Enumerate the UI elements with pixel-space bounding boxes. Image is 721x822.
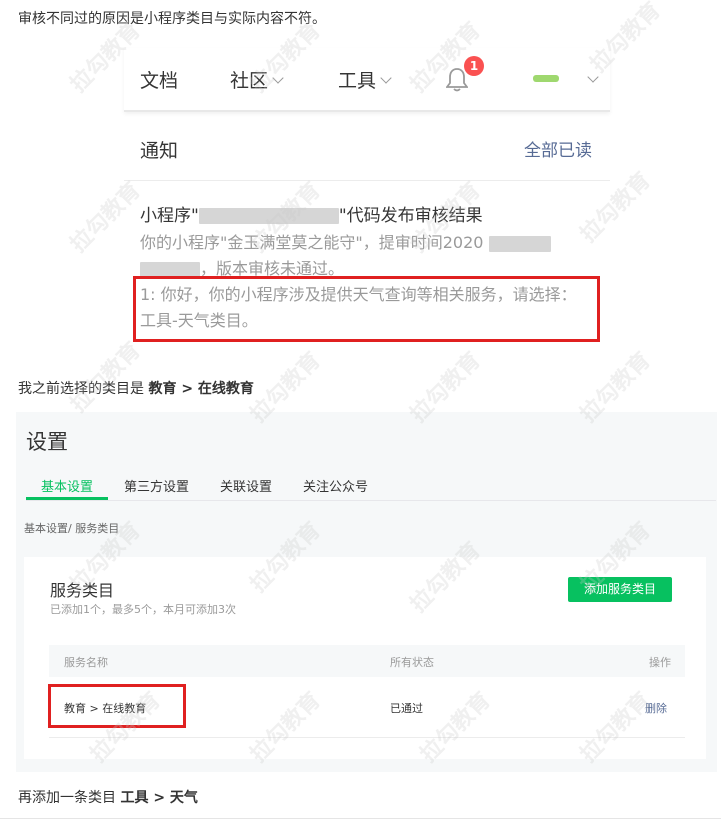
footer-text: 再添加一条类目 工具 > 天气	[18, 787, 198, 807]
column-header-action: 操作	[649, 656, 671, 669]
chevron-down-icon	[272, 72, 284, 84]
nav-community[interactable]: 社区	[230, 66, 284, 93]
highlight-box-reason	[133, 276, 600, 342]
active-tab-underline	[26, 497, 108, 500]
row-divider	[49, 737, 685, 738]
message-title-prefix: 小程序"	[140, 206, 199, 226]
add-service-category-button[interactable]: 添加服务类目	[568, 577, 672, 602]
tab-link-settings[interactable]: 关联设置	[220, 476, 272, 495]
nav-docs[interactable]: 文档	[140, 66, 178, 93]
notification-badge: 1	[464, 56, 484, 76]
service-category-card: 服务类目 已添加1个，最多5个，本月可添加3次 添加服务类目 服务名称 所有状态…	[24, 557, 706, 759]
column-header-name: 服务名称	[64, 656, 108, 669]
message-title-suffix: "代码发布审核结果	[338, 206, 483, 226]
middle-text-prefix: 我之前选择的类目是	[18, 381, 149, 397]
highlight-box-category	[48, 684, 186, 728]
footer-text-prefix: 再添加一条类目	[18, 790, 121, 806]
row-status: 已通过	[390, 702, 423, 715]
tab-third-party-settings[interactable]: 第三方设置	[124, 476, 189, 495]
settings-title: 设置	[26, 430, 68, 454]
notice-title: 通知	[140, 140, 179, 162]
avatar[interactable]	[533, 75, 559, 82]
settings-tabs: 基本设置 第三方设置 关联设置 关注公众号	[26, 470, 716, 501]
message-line1: 你的小程序"金玉满堂莫之能守"，提审时间2020	[140, 233, 484, 252]
watermark: 拉勾教育	[65, 337, 146, 418]
delete-link[interactable]: 删除	[645, 700, 667, 716]
table-header: 服务名称 所有状态 操作	[49, 645, 685, 677]
column-header-status: 所有状态	[390, 656, 434, 669]
nav-tools-label: 工具	[338, 70, 377, 92]
middle-text-bold: 教育 > 在线教育	[148, 381, 254, 397]
middle-text: 我之前选择的类目是 教育 > 在线教育	[18, 378, 254, 398]
footer-text-bold: 工具 > 天气	[120, 790, 198, 806]
nav-tools[interactable]: 工具	[338, 66, 392, 93]
redacted-name	[198, 208, 339, 224]
notice-header: 通知 全部已读	[124, 112, 610, 181]
breadcrumb: 基本设置/ 服务类目	[24, 522, 120, 535]
mark-all-read-link[interactable]: 全部已读	[524, 136, 592, 161]
top-navbar: 文档 社区 工具 1	[124, 48, 610, 112]
chevron-down-icon[interactable]	[587, 71, 599, 83]
chevron-down-icon	[380, 72, 392, 84]
tab-basic-settings[interactable]: 基本设置	[41, 476, 93, 495]
intro-text: 审核不同过的原因是小程序类目与实际内容不符。	[18, 11, 326, 27]
message-title[interactable]: 小程序" "代码发布审核结果	[140, 201, 483, 226]
card-title: 服务类目	[50, 581, 115, 600]
nav-community-label: 社区	[230, 70, 269, 92]
redacted-time	[488, 235, 551, 252]
tab-follow-official-account[interactable]: 关注公众号	[303, 476, 368, 495]
card-subtitle: 已添加1个，最多5个，本月可添加3次	[50, 603, 236, 616]
bottom-divider	[0, 818, 721, 819]
